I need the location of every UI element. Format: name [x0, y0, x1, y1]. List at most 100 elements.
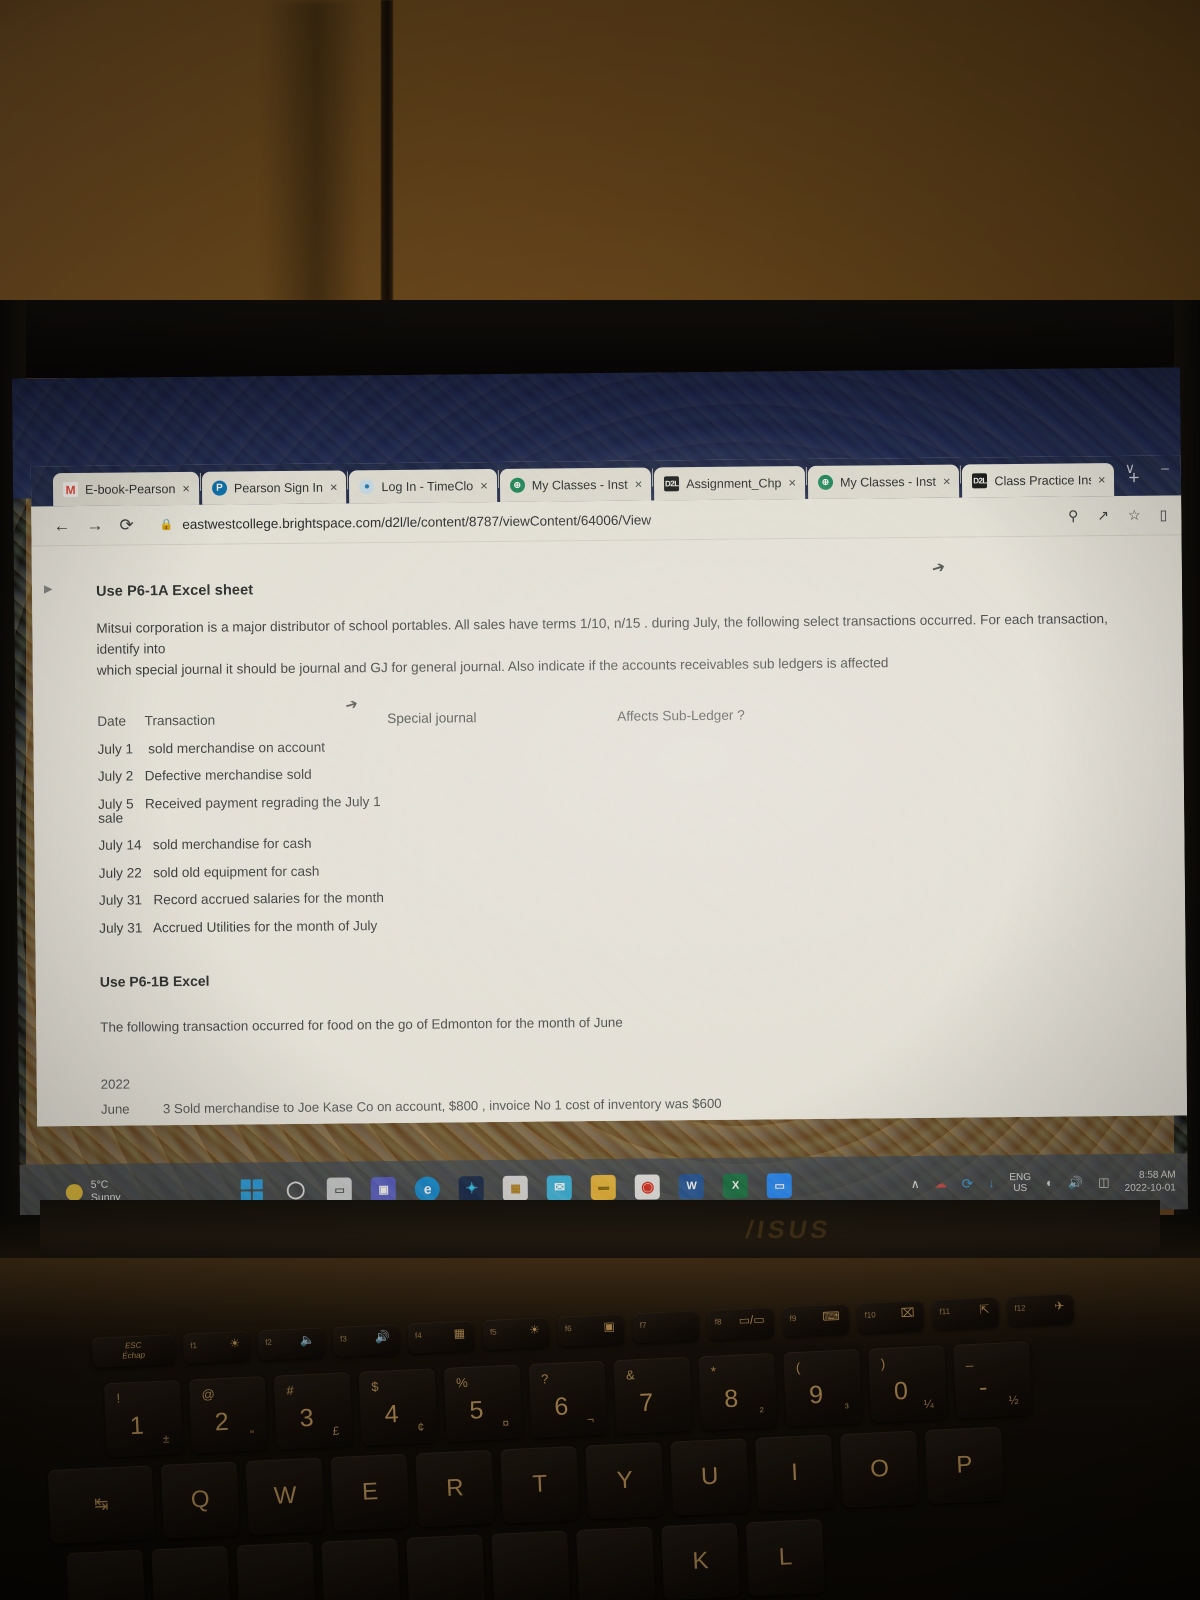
battery-icon[interactable]: ◫: [1098, 1175, 1109, 1189]
taskbar-clock[interactable]: 8:58 AM 2022-10-01: [1124, 1168, 1176, 1194]
scroll-collapse-icon[interactable]: ▶: [44, 582, 53, 595]
mail-icon[interactable]: ✉: [547, 1174, 573, 1201]
browser-tab-4[interactable]: D2L Assignment_Chp ×: [654, 466, 806, 501]
file-explorer-icon[interactable]: ▬: [591, 1174, 617, 1205]
key-f7[interactable]: f7: [632, 1310, 700, 1344]
tab-close-icon[interactable]: ×: [182, 481, 190, 496]
chrome-icon[interactable]: ◉: [635, 1173, 661, 1205]
key-l[interactable]: L: [745, 1518, 826, 1597]
tab-title: My Classes - Inst: [839, 474, 936, 490]
key-tab[interactable]: ↹: [47, 1465, 156, 1544]
minimize-button[interactable]: –: [1161, 460, 1169, 477]
key-6[interactable]: ? 6 ¬: [528, 1360, 608, 1439]
table-row: July 1 sold merchandise on account: [97, 732, 1157, 756]
wifi-icon[interactable]: ◐: [1046, 1176, 1053, 1190]
app-icon[interactable]: ✦: [459, 1175, 485, 1201]
key-k[interactable]: K: [660, 1522, 741, 1600]
collections-icon[interactable]: ▯: [1160, 507, 1168, 524]
key-o[interactable]: O: [839, 1430, 920, 1508]
tab-close-icon[interactable]: ×: [1098, 472, 1106, 487]
key-f12[interactable]: f12 ✈: [1006, 1293, 1075, 1327]
key-r[interactable]: R: [415, 1449, 495, 1528]
tray-overflow-icon[interactable]: ∧: [911, 1177, 920, 1191]
key-s[interactable]: [151, 1545, 231, 1600]
forward-icon[interactable]: →: [86, 515, 103, 535]
key-2[interactable]: @ 2 ": [188, 1376, 269, 1454]
key-7[interactable]: & 7: [613, 1356, 693, 1435]
key-esc[interactable]: ESC Échap: [91, 1334, 176, 1368]
teams-icon[interactable]: ▣: [371, 1176, 397, 1202]
store-icon[interactable]: ▦: [503, 1175, 529, 1201]
key-f9[interactable]: f9 ⌨: [782, 1303, 850, 1337]
search-icon[interactable]: ⚲: [1068, 507, 1078, 524]
key-alt-label: ¢: [417, 1419, 425, 1435]
row-date-transaction: July 31 Record accrued salaries for the …: [99, 890, 389, 908]
key-0[interactable]: ) 0 ¼: [868, 1345, 948, 1423]
search-icon[interactable]: ◯: [283, 1177, 308, 1202]
key-g[interactable]: [406, 1534, 486, 1600]
browser-tab-0[interactable]: M E-book-Pearson ×: [52, 471, 200, 507]
address-bar[interactable]: 🔒 eastwestcollege.brightspace.com/d2l/le…: [150, 509, 1053, 533]
favorite-star-icon[interactable]: ☆: [1128, 507, 1141, 524]
key-f5[interactable]: f5 ☀: [482, 1317, 550, 1351]
key-y[interactable]: Y: [585, 1442, 665, 1520]
back-icon[interactable]: ←: [53, 516, 70, 536]
tab-close-icon[interactable]: ×: [943, 474, 951, 489]
word-icon[interactable]: W: [679, 1173, 705, 1204]
key-h[interactable]: [491, 1530, 571, 1600]
key-f8[interactable]: f8 ▭/▭: [707, 1306, 775, 1340]
key-q[interactable]: Q: [160, 1461, 240, 1539]
language-indicator[interactable]: ENG US: [1009, 1171, 1031, 1194]
browser-tab-3[interactable]: ⊕ My Classes - Inst ×: [499, 467, 652, 502]
key-minus[interactable]: _ - ½: [953, 1341, 1033, 1419]
browser-tab-6-active[interactable]: D2L Class Practice Ins ×: [962, 463, 1115, 498]
edge-icon[interactable]: e: [415, 1176, 441, 1202]
tab-close-icon[interactable]: ×: [635, 477, 643, 492]
key-4[interactable]: $ 4 ¢: [358, 1368, 438, 1446]
share-icon[interactable]: ↗: [1097, 507, 1109, 524]
key-f6[interactable]: f6 ▣: [557, 1313, 625, 1347]
key-f11[interactable]: f11 ⇱: [931, 1296, 1000, 1330]
key-t[interactable]: T: [500, 1446, 580, 1524]
key-f[interactable]: [321, 1538, 401, 1600]
tab-search-icon[interactable]: ∨: [1125, 460, 1135, 477]
browser-tab-1[interactable]: P Pearson Sign In ×: [201, 470, 347, 505]
browser-tab-2[interactable]: ● Log In - TimeClo ×: [349, 468, 497, 504]
reload-icon[interactable]: ⟳: [119, 515, 133, 535]
fkey-number: f11: [939, 1306, 951, 1317]
key-3[interactable]: # 3 £: [273, 1372, 353, 1450]
key-j[interactable]: [576, 1526, 656, 1600]
key-a[interactable]: [66, 1549, 146, 1600]
update-icon[interactable]: ↓: [988, 1176, 994, 1190]
volume-icon[interactable]: 🔊: [1068, 1175, 1083, 1189]
key-f3[interactable]: f3 🔊: [332, 1323, 400, 1357]
col-transaction: Transaction: [144, 712, 216, 729]
key-e[interactable]: E: [330, 1453, 410, 1532]
key-f10[interactable]: f10 ⌧: [857, 1300, 925, 1334]
sync-icon[interactable]: ⟳: [962, 1175, 974, 1192]
tab-separator: [199, 472, 201, 491]
excel-icon[interactable]: X: [723, 1173, 749, 1204]
browser-tab-5[interactable]: ⊕ My Classes - Inst ×: [807, 464, 960, 499]
key-f2[interactable]: f2 🔈: [257, 1327, 325, 1361]
key-w[interactable]: W: [245, 1457, 325, 1535]
key-5[interactable]: % 5 ¤: [443, 1364, 523, 1442]
tab-close-icon[interactable]: ×: [788, 475, 796, 490]
clock-date: 2022-10-01: [1124, 1182, 1176, 1194]
task-view-icon[interactable]: ▭: [327, 1176, 353, 1203]
key-f1[interactable]: f1 ☀: [182, 1330, 251, 1364]
edge-browser-window: M E-book-Pearson × P Pearson Sign In × ●…: [30, 455, 1188, 1127]
onedrive-icon[interactable]: ☁: [935, 1177, 947, 1191]
key-8[interactable]: * 8 ²: [698, 1352, 778, 1431]
key-9[interactable]: ( 9 ³: [783, 1349, 863, 1427]
key-u[interactable]: U: [670, 1438, 750, 1516]
key-d[interactable]: [236, 1542, 316, 1600]
key-i[interactable]: I: [755, 1434, 835, 1512]
tab-close-icon[interactable]: ×: [480, 478, 488, 493]
fkey-number: f12: [1014, 1303, 1026, 1313]
key-f4[interactable]: f4 ▦: [407, 1320, 475, 1354]
zoom-icon[interactable]: ▭: [767, 1172, 793, 1203]
tab-close-icon[interactable]: ×: [330, 480, 338, 495]
key-p[interactable]: P: [924, 1426, 1005, 1505]
key-1[interactable]: ! 1 ±: [103, 1379, 184, 1458]
